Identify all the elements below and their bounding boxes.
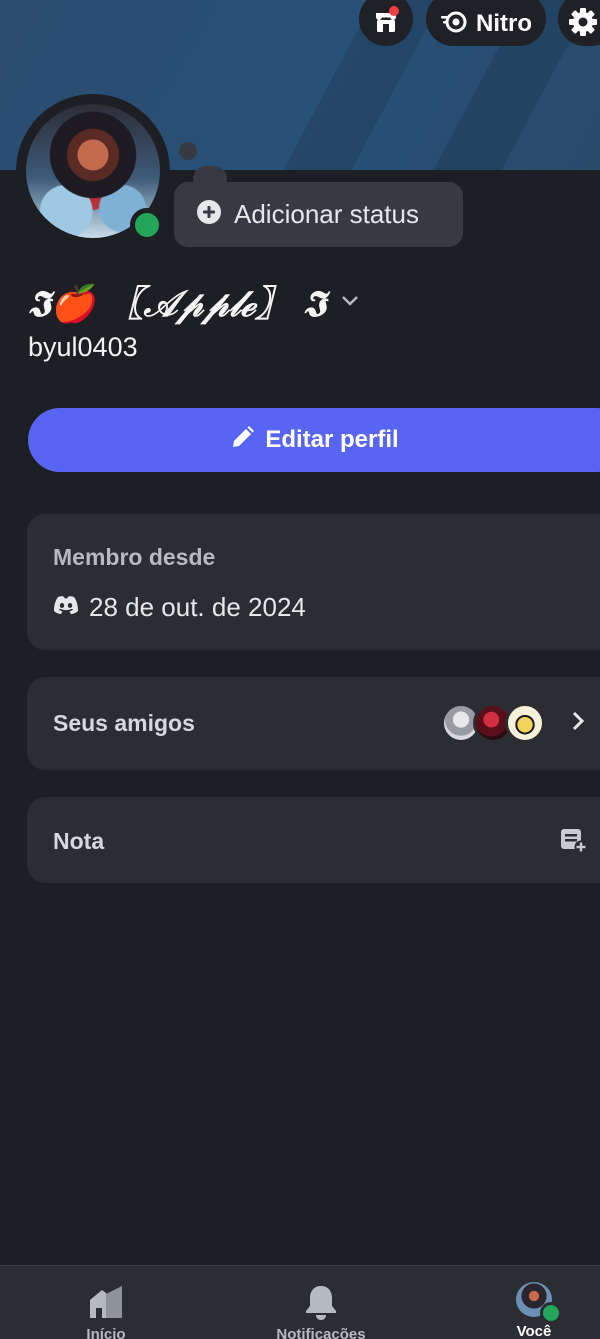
- add-status-button[interactable]: Adicionar status: [174, 182, 463, 247]
- notification-dot: [389, 6, 399, 16]
- chevron-right-icon: [570, 707, 586, 740]
- member-since-row: 28 de out. de 2024: [53, 592, 306, 623]
- edit-profile-label: Editar perfil: [265, 426, 399, 453]
- plus-circle-icon: [196, 199, 222, 230]
- edit-profile-button[interactable]: Editar perfil: [28, 408, 600, 472]
- friend-avatar: [505, 703, 545, 743]
- status-bubble-dot: [179, 142, 197, 160]
- gear-icon: [568, 7, 598, 42]
- bell-icon: [304, 1284, 338, 1320]
- pencil-icon: [229, 425, 255, 456]
- display-name: 𝕴🍎 〖𝒜𝓅𝓅𝓁ℯ〗 𝕴: [28, 283, 326, 325]
- member-since-card: Membro desde 28 de out. de 2024: [27, 514, 600, 650]
- nav-home-label: Início: [86, 1326, 126, 1339]
- display-name-row[interactable]: 𝕴🍎 〖𝒜𝓅𝓅𝓁ℯ〗 𝕴: [28, 276, 360, 326]
- username: byul0403: [28, 332, 138, 362]
- note-card[interactable]: Nota: [27, 797, 600, 883]
- discord-icon: [53, 595, 79, 620]
- friends-card[interactable]: Seus amigos: [27, 677, 600, 770]
- nav-you[interactable]: Você: [494, 1266, 574, 1339]
- online-status-indicator: [130, 208, 164, 242]
- nav-notifications[interactable]: Notificações: [256, 1266, 386, 1339]
- friends-label: Seus amigos: [53, 710, 195, 736]
- online-status-indicator: [540, 1302, 562, 1324]
- member-since-title: Membro desde: [53, 544, 216, 570]
- nav-notifications-label: Notificações: [276, 1326, 366, 1339]
- home-icon: [88, 1284, 124, 1320]
- bottom-navigation: Início Notificações Você: [0, 1265, 600, 1339]
- add-status-label: Adicionar status: [234, 199, 419, 229]
- nitro-label: Nitro: [476, 10, 532, 37]
- chevron-down-icon: [340, 289, 360, 314]
- nav-home[interactable]: Início: [66, 1266, 146, 1339]
- note-label: Nota: [53, 828, 105, 854]
- nav-you-label: Você: [516, 1323, 552, 1339]
- member-since-date: 28 de out. de 2024: [89, 592, 306, 622]
- add-note-icon[interactable]: [560, 828, 588, 859]
- nitro-button[interactable]: Nitro: [426, 0, 546, 46]
- nitro-icon: [440, 10, 468, 39]
- avatar: [516, 1282, 562, 1324]
